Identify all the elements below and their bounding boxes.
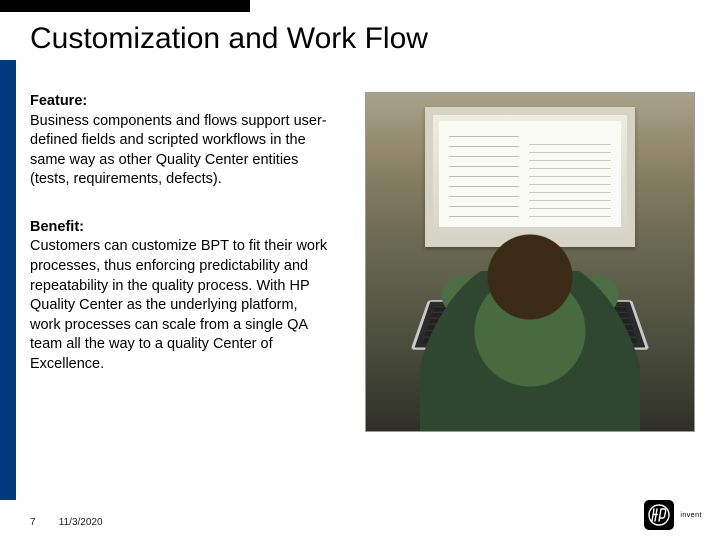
monitor-illustration <box>425 107 635 247</box>
hp-logo: invent <box>644 500 702 530</box>
slide-footer: 7 11/3/2020 <box>30 517 103 528</box>
feature-label: Feature: <box>30 93 87 109</box>
hp-logo-icon <box>644 500 674 530</box>
feature-text: Business components and flows support us… <box>30 113 327 188</box>
body-text: Feature: Business components and flows s… <box>30 92 330 402</box>
slide-title: Customization and Work Flow <box>30 22 428 56</box>
benefit-text: Customers can customize BPT to fit their… <box>30 238 327 371</box>
corner-accent <box>0 0 250 12</box>
page-number: 7 <box>30 517 56 528</box>
left-accent-bar <box>0 60 16 500</box>
benefit-block: Benefit: Customers can customize BPT to … <box>30 218 330 375</box>
footer-date: 11/3/2020 <box>59 517 103 528</box>
feature-block: Feature: Business components and flows s… <box>30 92 330 190</box>
benefit-label: Benefit: <box>30 219 84 235</box>
hp-logo-word: invent <box>680 512 702 519</box>
person-hair <box>486 233 574 321</box>
slide-image <box>365 92 695 432</box>
